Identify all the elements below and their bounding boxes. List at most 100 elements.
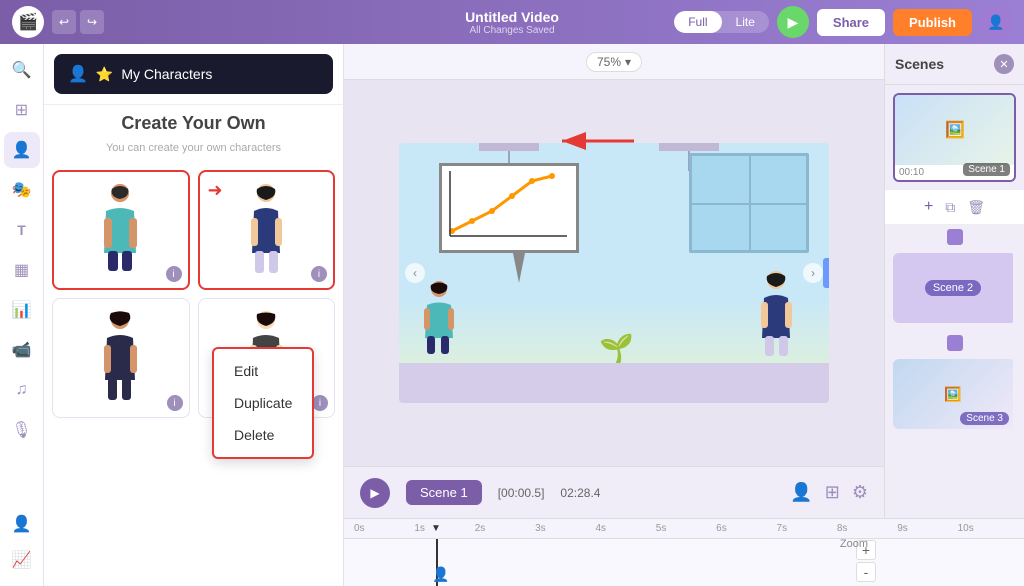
character-icon-bottom[interactable]: 👤 xyxy=(790,482,812,503)
canvas-area: 75% ▾ xyxy=(344,44,884,518)
scene-connector-2 xyxy=(947,335,963,351)
nav-music[interactable]: ♫ xyxy=(4,372,40,408)
timeline-ruler: 0s 1s 2s 3s 4s 5s 6s 7s 8s 9s 10s xyxy=(344,519,1024,539)
char-info-icon-1[interactable]: i xyxy=(166,266,182,282)
scene-3-label-badge: Scene 3 xyxy=(960,412,1009,425)
stage-prev-arrow[interactable]: ‹ xyxy=(405,263,425,283)
nav-characters[interactable]: 👤 xyxy=(4,132,40,168)
my-characters-button[interactable]: 👤 ⭐ My Characters xyxy=(54,54,333,94)
scene-thumb-3[interactable]: 🖼️ Scene 3 xyxy=(893,359,1016,429)
play-button[interactable]: ▶ xyxy=(777,6,809,38)
timeline-character-icon[interactable]: 👤 xyxy=(432,566,449,583)
context-delete[interactable]: Delete xyxy=(214,419,312,451)
scene-thumb-1[interactable]: 🖼️ 00:10 Scene 1 xyxy=(893,93,1016,182)
publish-button[interactable]: Publish xyxy=(893,9,972,36)
scenes-panel: Scenes ✕ 🖼️ 00:10 Scene 1 + ⧉ 🗑 xyxy=(884,44,1024,518)
scene-resize-handle[interactable] xyxy=(823,258,829,288)
canvas-stage[interactable]: 🌱 xyxy=(344,80,884,466)
char-info-icon-4[interactable]: i xyxy=(312,395,328,411)
stage-next-arrow[interactable]: › xyxy=(803,263,823,283)
delete-scene-button[interactable]: 🗑 xyxy=(963,194,989,220)
redo-button[interactable]: ↪ xyxy=(80,10,104,34)
tick-3s: 3s xyxy=(533,523,593,534)
tick-4s: 4s xyxy=(593,523,653,534)
scene-play-button[interactable]: ▶ xyxy=(360,478,390,508)
toggle-lite[interactable]: Lite xyxy=(722,11,769,33)
characters-panel: 👤 ⭐ My Characters Create Your Own You ca… xyxy=(44,44,344,586)
whiteboard-board xyxy=(439,163,579,253)
context-duplicate[interactable]: Duplicate xyxy=(214,387,312,419)
context-menu: Edit Duplicate Delete xyxy=(212,347,314,459)
office-window xyxy=(689,153,809,253)
topbar-title: Untitled Video All Changes Saved xyxy=(465,9,559,36)
window-frame-v xyxy=(749,156,751,250)
scenes-icon-bottom[interactable]: ⊞ xyxy=(825,482,840,503)
sidenav-bottom: 👤 📈 xyxy=(4,506,40,586)
settings-icon-bottom[interactable]: ⚙ xyxy=(852,482,868,503)
time-total-display: 02:28.4 xyxy=(560,486,600,500)
create-your-own-title: Create Your Own xyxy=(44,105,343,142)
zoom-control[interactable]: 75% ▾ xyxy=(586,52,642,72)
char-info-icon-3[interactable]: i xyxy=(167,395,183,411)
bottom-icons-group: 👤 ⊞ ⚙ xyxy=(790,482,868,503)
character-figure-2 xyxy=(236,180,296,280)
video-title[interactable]: Untitled Video xyxy=(465,9,559,25)
nav-assets[interactable]: ▦ xyxy=(4,252,40,288)
nav-charts[interactable]: 📊 xyxy=(4,292,40,328)
character-figure-3 xyxy=(91,307,151,407)
app-logo[interactable]: 🎬 xyxy=(12,6,44,38)
user-icon: 👤 xyxy=(68,64,88,84)
tick-9s: 9s xyxy=(895,523,955,534)
undo-button[interactable]: ↩ xyxy=(52,10,76,34)
tick-2s: 2s xyxy=(473,523,533,534)
whiteboard-stand xyxy=(513,253,525,283)
star-icon: ⭐ xyxy=(96,66,113,83)
tick-6s: 6s xyxy=(714,523,774,534)
time-start-display: [00:00.5] xyxy=(498,486,545,500)
ceiling-light-2 xyxy=(659,143,719,151)
scenes-header: Scenes ✕ xyxy=(885,44,1024,85)
scene-connector-1 xyxy=(947,229,963,245)
office-plant: 🌱 xyxy=(599,332,634,365)
character-card-3[interactable]: i xyxy=(52,298,190,418)
duplicate-scene-button[interactable]: ⧉ xyxy=(941,194,959,220)
zoom-dropdown-icon: ▾ xyxy=(625,55,631,69)
tick-10s: 10s xyxy=(956,523,1016,534)
nav-search[interactable]: 🔍 xyxy=(4,52,40,88)
scene-thumb-2[interactable]: Scene 2 xyxy=(893,253,1016,323)
scene-1-thumbnail: 🖼️ xyxy=(895,95,1015,165)
undo-redo-group: ↩ ↪ xyxy=(52,10,104,34)
scene-2-thumbnail: Scene 2 xyxy=(893,253,1013,323)
person-left[interactable] xyxy=(419,280,459,365)
character-card-1[interactable]: i xyxy=(52,170,190,290)
nav-video[interactable]: 📹 xyxy=(4,332,40,368)
topbar: 🎬 ↩ ↪ Untitled Video All Changes Saved F… xyxy=(0,0,1024,44)
nav-scenes[interactable]: 🎭 xyxy=(4,172,40,208)
nav-user-bottom[interactable]: 👤 xyxy=(4,506,40,542)
view-toggle: Full Lite xyxy=(674,11,769,33)
nav-voiceover[interactable]: 🎙 xyxy=(4,412,40,448)
context-edit[interactable]: Edit xyxy=(214,355,312,387)
scene-name-label[interactable]: Scene 1 xyxy=(406,480,482,505)
stage-scene: 🌱 xyxy=(399,143,829,403)
char-info-icon-2[interactable]: i xyxy=(311,266,327,282)
share-button[interactable]: Share xyxy=(817,9,885,36)
character-figure-1 xyxy=(91,180,151,280)
add-scene-button[interactable]: + xyxy=(920,194,937,220)
character-card-2[interactable]: ➜ i xyxy=(198,170,336,290)
nav-text[interactable]: T xyxy=(4,212,40,248)
person-right[interactable] xyxy=(754,270,799,365)
panel-top: 👤 ⭐ My Characters xyxy=(44,44,343,105)
scenes-title: Scenes xyxy=(895,56,944,72)
chart-svg xyxy=(442,166,572,250)
user-avatar[interactable]: 👤 xyxy=(980,6,1012,38)
timeline-track[interactable]: 👤 xyxy=(344,539,1024,586)
nav-settings[interactable]: 📈 xyxy=(4,542,40,578)
toggle-full[interactable]: Full xyxy=(674,11,721,33)
zoom-out-button[interactable]: - xyxy=(856,562,876,582)
scenes-close-button[interactable]: ✕ xyxy=(994,54,1014,74)
tick-0s: 0s xyxy=(352,523,412,534)
nav-templates[interactable]: ⊞ xyxy=(4,92,40,128)
scene-2-label-badge: Scene 2 xyxy=(925,280,981,296)
main-layout: 🔍 ⊞ 👤 🎭 T ▦ 📊 📹 ♫ 🎙 👤 📈 👤 ⭐ My Character… xyxy=(0,44,1024,586)
